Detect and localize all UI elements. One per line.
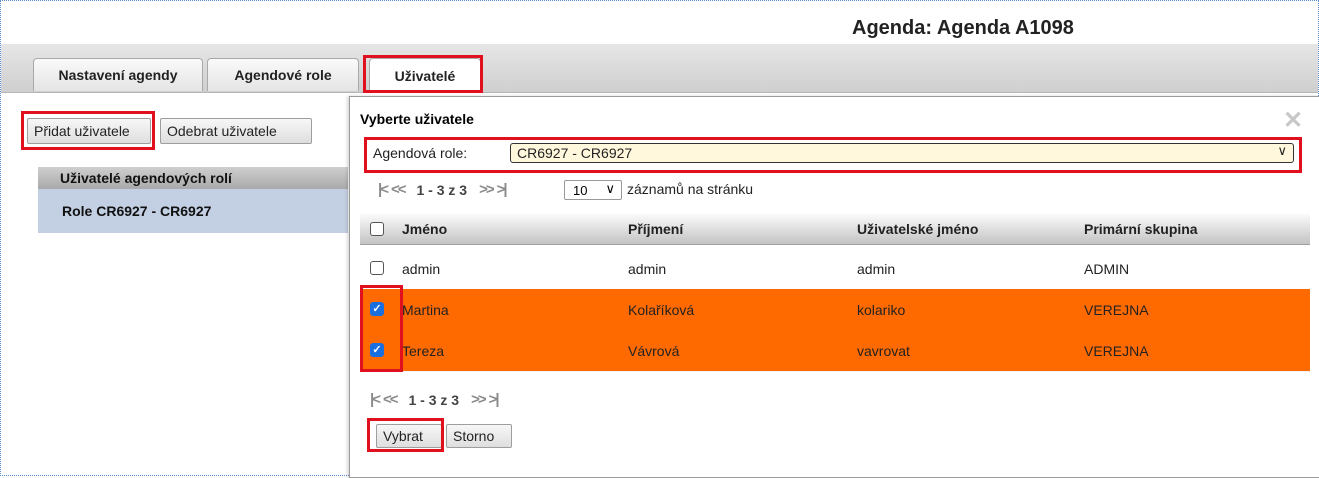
prev-page-icon[interactable]: << [383,391,398,408]
table-header: Jméno Příjmení Uživatelské jméno Primárn… [360,214,1310,245]
per-page-label: záznamů na stránku [627,181,754,197]
first-page-icon[interactable]: |< [370,391,381,408]
cell-last-name: admin [628,260,667,277]
col-username[interactable]: Uživatelské jméno [857,214,978,244]
tab-agendove-role[interactable]: Agendové role [207,58,359,91]
row-checkbox[interactable] [370,261,384,275]
col-primary-group[interactable]: Primární skupina [1084,214,1198,244]
remove-user-button[interactable]: Odebrat uživatele [160,118,312,144]
chevron-down-icon: ∨ [1277,143,1287,158]
dialog-title: Vyberte uživatele [360,111,474,127]
row-checkbox-checked[interactable]: ✓ [370,343,384,357]
cancel-button[interactable]: Storno [446,424,512,448]
cell-last-name: Kolaříková [628,301,695,318]
cell-first-name: Tereza [402,342,445,359]
table-row[interactable]: admin admin admin ADMIN [360,248,1310,290]
cell-username: admin [857,260,896,277]
role-list-item[interactable]: Role CR6927 - CR6927 [38,189,348,233]
pager-top: |< << 1 - 3 z 3 >> >| [378,181,508,198]
pager-text: 1 - 3 z 3 [416,181,468,198]
role-field-label: Agendová role: [373,145,468,161]
role-users-header: Uživatelé agendových rolí [38,167,348,189]
col-first-name[interactable]: Jméno [402,214,447,244]
cell-first-name: admin [402,260,441,277]
cell-first-name: Martina [402,301,449,318]
chevron-down-icon: ∨ [605,181,615,196]
add-user-button[interactable]: Přidat uživatele [27,118,151,144]
last-page-icon[interactable]: >| [497,181,508,198]
cell-username: vavrovat [857,342,910,359]
select-all-checkbox[interactable] [370,222,384,236]
first-page-icon[interactable]: |< [378,181,389,198]
agenda-title: Agenda: Agenda A1098 [852,17,1074,39]
next-page-icon[interactable]: >> [479,181,494,198]
pager-text: 1 - 3 z 3 [408,391,460,408]
next-page-icon[interactable]: >> [471,391,486,408]
table-row[interactable]: ✓ Martina Kolaříková kolariko VEREJNA [360,289,1310,331]
last-page-icon[interactable]: >| [489,391,500,408]
select-button[interactable]: Vybrat [376,424,442,448]
cell-group: VEREJNA [1084,301,1149,318]
tab-uzivatele[interactable]: Uživatelé [369,58,481,92]
role-select[interactable]: CR6927 - CR6927 ∨ [510,143,1294,163]
prev-page-icon[interactable]: << [391,181,406,198]
table-row[interactable]: ✓ Tereza Vávrová vavrovat VEREJNA [360,330,1310,372]
close-icon[interactable]: ✕ [1283,106,1303,135]
pager-bottom: |< << 1 - 3 z 3 >> >| [370,391,500,408]
tab-nastaveni-agendy[interactable]: Nastavení agendy [33,58,203,91]
row-checkbox-checked[interactable]: ✓ [370,302,384,316]
col-last-name[interactable]: Příjmení [628,214,683,244]
cell-group: ADMIN [1084,260,1130,277]
role-select-value: CR6927 - CR6927 [517,145,633,161]
cell-username: kolariko [857,301,906,318]
cell-last-name: Vávrová [628,342,680,359]
per-page-select[interactable]: 10 ∨ [564,180,622,200]
per-page-value: 10 [573,182,588,198]
cell-group: VEREJNA [1084,342,1149,359]
